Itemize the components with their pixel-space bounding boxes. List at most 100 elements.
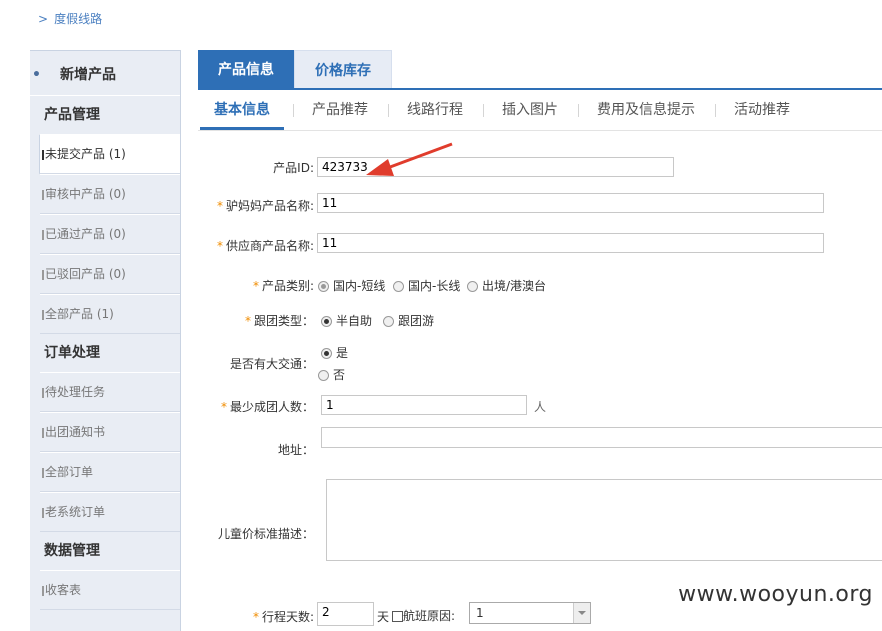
subtab-activity-recommend[interactable]: 活动推荐 [734, 90, 790, 130]
category-option-outbound[interactable]: 出境/港澳台 [467, 277, 546, 294]
chevron-down-icon[interactable] [573, 603, 590, 623]
chevron-right-icon: > [38, 12, 49, 26]
required-marker: * [252, 610, 259, 624]
section-title-product-management: 产品管理 [44, 107, 100, 123]
tab-product-info[interactable]: 产品信息 [198, 50, 294, 88]
radio-icon [321, 316, 332, 327]
sidebar-item-approved[interactable]: 已通过产品 (0) [40, 214, 180, 254]
min-people-label-text: 最少成团人数： [229, 400, 314, 414]
subtab-product-recommend[interactable]: 产品推荐 [312, 90, 368, 130]
radio-icon [318, 370, 329, 381]
marker-icon [42, 427, 44, 438]
required-marker: * [252, 279, 259, 293]
subtab-divider [483, 104, 484, 117]
tour-type-option-label: 半自助 [336, 314, 373, 328]
section-title-data-management: 数据管理 [44, 543, 100, 559]
tour-type-label: * 跟团类型： [220, 312, 314, 329]
required-marker: * [220, 400, 227, 414]
radio-icon [318, 281, 329, 292]
sidebar-item-label: 老系统订单 [45, 505, 106, 519]
flight-reason-label: 航班原因: [403, 609, 456, 623]
tour-type-label-text: 跟团类型： [253, 314, 314, 328]
subtab-divider [578, 104, 579, 117]
days-label: * 行程天数: [230, 608, 314, 625]
sidebar: • 新增产品 产品管理 未提交产品 (1) 审核中产品 (0) 已通过产品 (0… [30, 50, 181, 631]
marker-icon [42, 309, 44, 320]
address-field[interactable] [321, 427, 882, 448]
sidebar-item-label: 已通过产品 (0) [45, 227, 126, 241]
sidebar-item-departure-notice[interactable]: 出团通知书 [40, 412, 180, 452]
sidebar-item-label: 出团通知书 [45, 425, 106, 439]
transport-option-label: 是 [336, 346, 349, 360]
category-option-label: 出境/港澳台 [482, 279, 547, 293]
tour-type-option-group[interactable]: 跟团游 [383, 312, 434, 329]
marker-icon [42, 387, 44, 398]
supplier-name-label-text: 供应商产品名称: [225, 239, 314, 253]
sidebar-item-label: 未提交产品 (1) [45, 147, 126, 161]
radio-icon [393, 281, 404, 292]
tour-type-option-semi[interactable]: 半自助 [321, 312, 372, 329]
flight-reason-value: 1 [476, 606, 484, 620]
marker-icon [42, 467, 44, 478]
radio-icon [321, 348, 332, 359]
radio-icon [467, 281, 478, 292]
supplier-name-field[interactable]: 11 [317, 233, 824, 253]
arrow-annotation-icon [366, 142, 453, 176]
sidebar-item-label: 收客表 [45, 583, 82, 597]
subtab-divider [388, 104, 389, 117]
transport-option-label: 否 [333, 368, 346, 382]
subtab-basic-info[interactable]: 基本信息 [200, 90, 284, 130]
subtab-divider [715, 104, 716, 117]
sidebar-item-rejected[interactable]: 已驳回产品 (0) [40, 254, 180, 294]
category-option-long[interactable]: 国内-长线 [393, 277, 460, 294]
tab-price-inventory[interactable]: 价格库存 [294, 50, 392, 88]
marker-icon [42, 149, 44, 160]
days-unit: 天 [377, 610, 390, 624]
breadcrumb[interactable]: > 度假线路 [38, 10, 102, 27]
sidebar-item-pending-tasks[interactable]: 待处理任务 [40, 372, 180, 412]
lvmama-name-label: * 驴妈妈产品名称: [200, 197, 314, 214]
required-marker: * [216, 239, 223, 253]
subtab-divider [293, 104, 294, 117]
sidebar-item-label: 审核中产品 (0) [45, 187, 126, 201]
child-price-textarea[interactable] [326, 479, 882, 561]
sidebar-item-reviewing[interactable]: 审核中产品 (0) [40, 174, 180, 214]
category-label: * 产品类别: [220, 277, 314, 294]
transport-option-yes[interactable]: 是 [321, 344, 348, 361]
subtab-insert-image[interactable]: 插入图片 [502, 90, 558, 130]
tour-type-option-label: 跟团游 [398, 314, 435, 328]
marker-icon [42, 269, 44, 280]
flight-reason-checkbox[interactable]: 航班原因: [392, 607, 455, 624]
breadcrumb-label: 度假线路 [54, 12, 103, 26]
flight-reason-select[interactable]: 1 [469, 602, 591, 624]
min-people-field[interactable]: 1 [321, 395, 527, 415]
min-people-unit: 人 [534, 400, 547, 414]
marker-icon [42, 229, 44, 240]
sidebar-item-unsubmitted[interactable]: 未提交产品 (1) [39, 134, 180, 174]
category-option-short[interactable]: 国内-短线 [318, 277, 385, 294]
sidebar-item-all-orders[interactable]: 全部订单 [40, 452, 180, 492]
sub-tabs: 基本信息 产品推荐 线路行程 插入图片 费用及信息提示 活动推荐 [198, 90, 882, 131]
lvmama-name-label-text: 驴妈妈产品名称: [225, 199, 314, 213]
address-label: 地址： [277, 443, 314, 457]
subtab-fees-info[interactable]: 费用及信息提示 [597, 90, 695, 130]
subtab-route-itinerary[interactable]: 线路行程 [407, 90, 463, 130]
new-product-link[interactable]: • 新增产品 [30, 51, 180, 96]
transport-label: 是否有大交通： [229, 357, 314, 371]
sidebar-item-all-products[interactable]: 全部产品 (1) [40, 294, 180, 334]
days-field[interactable]: 2 [317, 602, 374, 626]
lvmama-name-field[interactable]: 11 [317, 193, 824, 213]
sidebar-item-customer-table[interactable]: 收客表 [40, 570, 180, 610]
bullet-icon: • [32, 67, 41, 83]
required-marker: * [216, 199, 223, 213]
category-label-text: 产品类别: [261, 279, 314, 293]
transport-option-no[interactable]: 否 [318, 366, 345, 383]
sidebar-item-label: 全部产品 (1) [45, 307, 114, 321]
product-id-label: 产品ID: [273, 161, 314, 175]
main-tabs: 产品信息 价格库存 [198, 50, 392, 88]
new-product-label: 新增产品 [60, 67, 116, 83]
sidebar-item-legacy-orders[interactable]: 老系统订单 [40, 492, 180, 532]
category-option-label: 国内-长线 [408, 279, 461, 293]
section-title-order-processing: 订单处理 [44, 345, 100, 361]
marker-icon [42, 189, 44, 200]
